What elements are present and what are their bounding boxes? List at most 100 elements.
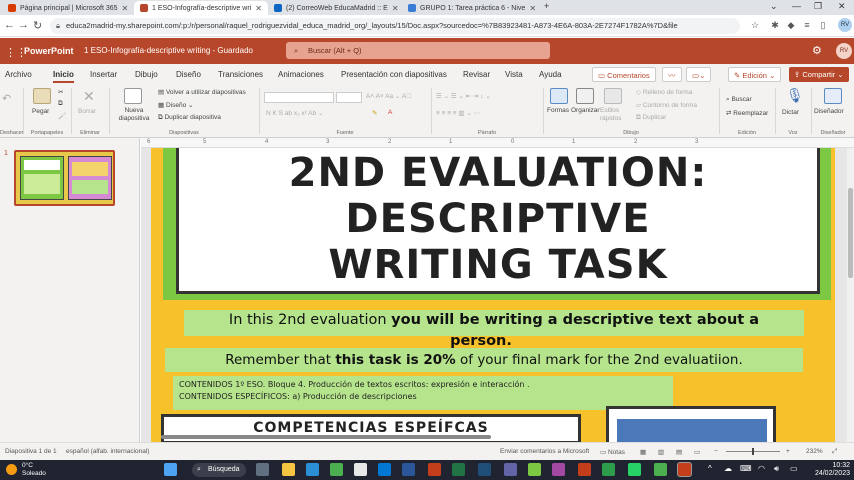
weather-widget[interactable]: 0°C Soleado	[6, 462, 46, 478]
publisher-icon[interactable]	[478, 463, 491, 476]
browser-tab[interactable]: GRUPO 1: Tarea práctica 6 - Nive ✕	[402, 1, 536, 15]
task-view-icon[interactable]	[256, 463, 269, 476]
clock[interactable]: 10:32 24/02/2023	[808, 462, 850, 478]
vertical-scrollbar[interactable]	[847, 148, 854, 442]
slide[interactable]: 2ND EVALUATION: DESCRIPTIVE WRITING TASK…	[151, 148, 835, 442]
fit-to-window-icon[interactable]: ⤢	[832, 448, 837, 456]
app-icon[interactable]	[552, 463, 565, 476]
list-buttons[interactable]: ☰ ⌄ ☰ ⌄ ⇤ ⇥ ↕ ⌄	[436, 92, 491, 100]
app-icon[interactable]	[528, 463, 541, 476]
slideshow-view-icon[interactable]: ▭	[694, 448, 700, 456]
chrome-icon[interactable]	[654, 463, 667, 476]
browser-tab-active[interactable]: 1 ESO-Infografía-descriptive wri ✕	[134, 1, 268, 15]
minimize-icon[interactable]: —	[792, 1, 801, 11]
find-button[interactable]: ⌕ Buscar	[726, 96, 752, 104]
share-button[interactable]: ⇪ Compartir ⌄	[789, 67, 849, 82]
url-field[interactable]: 🔒︎ educa2madrid-my.sharepoint.com/:p:/r/…	[50, 18, 740, 34]
font-name-input[interactable]	[264, 92, 334, 103]
tab-revisar[interactable]: Revisar	[463, 70, 490, 79]
catch-up-icon[interactable]: 〰	[662, 67, 682, 82]
edge-icon[interactable]	[306, 463, 319, 476]
designer-icon[interactable]	[824, 88, 842, 104]
tray-chevron-icon[interactable]: ^	[708, 464, 712, 473]
store-icon[interactable]	[354, 463, 367, 476]
language-icon[interactable]: ⌨	[740, 464, 752, 473]
extensions-icon[interactable]: ✱	[770, 20, 780, 30]
outlook-icon[interactable]	[378, 463, 391, 476]
quick-styles-icon[interactable]	[604, 88, 622, 104]
user-avatar[interactable]: RV	[836, 43, 852, 59]
designer-button[interactable]: Diseñador	[814, 108, 844, 115]
duplicate-shape-button[interactable]: ⧉ Duplicar	[636, 114, 666, 122]
duplicate-slide-button[interactable]: ⧉ Duplicar diapositiva	[158, 114, 221, 122]
quick-styles-button[interactable]: Estilos rápidos	[600, 107, 630, 123]
grade-text[interactable]: Remember that this task is 20% of your f…	[165, 348, 803, 372]
close-tab-icon[interactable]: ✕	[251, 4, 262, 13]
close-tab-icon[interactable]: ✕	[118, 4, 129, 13]
new-tab-button[interactable]: +	[544, 1, 549, 11]
chrome-icon[interactable]	[330, 463, 343, 476]
close-window-icon[interactable]: ✕	[838, 1, 846, 12]
comments-button[interactable]: ▭ Comentarios	[592, 67, 656, 82]
app-name[interactable]: PowerPoint	[24, 46, 74, 56]
shape-fill-button[interactable]: ◇ Relleno de forma	[636, 88, 692, 96]
volume-icon[interactable]: 🔊︎	[774, 464, 779, 474]
delete-button[interactable]: Borrar	[78, 108, 96, 115]
tab-ayuda[interactable]: Ayuda	[539, 70, 562, 79]
zoom-in-icon[interactable]: +	[786, 448, 790, 455]
whatsapp-icon[interactable]	[628, 463, 641, 476]
editing-mode-button[interactable]: ✎ Edición ⌄	[728, 67, 782, 82]
new-slide-button[interactable]: Nueva diapositiva	[115, 107, 153, 123]
delete-icon[interactable]: ✕	[83, 88, 95, 105]
excel-icon[interactable]	[452, 463, 465, 476]
present-icon[interactable]: ▭⌄	[686, 67, 712, 82]
bookmark-star-icon[interactable]: ☆	[750, 20, 760, 30]
replace-button[interactable]: ⇄ Reemplazar	[726, 109, 768, 117]
tab-transiciones[interactable]: Transiciones	[218, 70, 263, 79]
wifi-icon[interactable]: ◠	[758, 464, 765, 473]
title-box[interactable]: 2ND EVALUATION: DESCRIPTIVE WRITING TASK	[176, 148, 820, 294]
shape-outline-button[interactable]: ▱ Contorno de forma	[636, 101, 697, 109]
zoom-out-icon[interactable]: −	[714, 448, 718, 455]
tab-insertar[interactable]: Insertar	[90, 70, 117, 79]
side-panel-icon[interactable]: ▯	[818, 20, 828, 30]
cloud-icon[interactable]: ☁	[724, 464, 732, 473]
reuse-slides-button[interactable]: ▤ Volver a utilizar diapositivas	[158, 88, 246, 96]
reading-view-icon[interactable]: ▤	[676, 448, 682, 456]
word-icon[interactable]	[402, 463, 415, 476]
calendar-image[interactable]	[606, 406, 776, 442]
zoom-slider[interactable]	[726, 448, 780, 455]
feedback-link[interactable]: Enviar comentarios a Microsoft	[500, 448, 589, 455]
notes-button[interactable]: ▭ Notas	[600, 448, 625, 456]
sorter-view-icon[interactable]: ▥	[658, 448, 664, 456]
dictate-button[interactable]: Dictar	[782, 109, 799, 116]
tab-archivo[interactable]: Archivo	[5, 70, 32, 79]
font-style-buttons[interactable]: N K S ab x₂ x² Ab ⌄	[266, 109, 323, 117]
powerpoint-active-icon[interactable]	[677, 462, 692, 477]
tab-diseno[interactable]: Diseño	[176, 70, 201, 79]
microphone-icon[interactable]: 🎙︎	[786, 87, 804, 104]
settings-icon[interactable]: ⚙	[812, 44, 822, 57]
font-color-icon[interactable]: A	[388, 109, 392, 116]
tab-presentacion[interactable]: Presentación con diapositivas	[341, 70, 447, 79]
tab-animaciones[interactable]: Animaciones	[278, 70, 324, 79]
alignment-buttons[interactable]: ≡ ≡ ≡ ≡ ▥ ⌄ ⋯	[436, 109, 480, 117]
font-size-buttons[interactable]: A˄ A˅ Aa ⌄ A⃠	[366, 92, 411, 100]
profile-avatar[interactable]: RV	[838, 18, 852, 32]
restore-icon[interactable]: ❐	[814, 1, 822, 12]
teams-icon[interactable]	[504, 463, 517, 476]
back-icon[interactable]: ←	[4, 19, 15, 31]
battery-icon[interactable]: ▭	[790, 464, 798, 473]
shapes-icon[interactable]	[550, 88, 568, 104]
new-slide-icon[interactable]	[124, 88, 142, 104]
taskbar-search[interactable]: ⌕ Búsqueda	[192, 463, 246, 477]
paste-button[interactable]: Pegar	[32, 108, 49, 115]
format-painter-icon[interactable]: 🖌︎	[58, 112, 66, 120]
browser-tab[interactable]: (2) CorreoWeb EducaMadrid :: E ✕	[268, 1, 402, 15]
extension-icon[interactable]: ◆	[786, 20, 796, 30]
paste-icon[interactable]	[33, 88, 51, 104]
reading-list-icon[interactable]: ≡	[802, 20, 812, 30]
tab-vista[interactable]: Vista	[505, 70, 523, 79]
language-status[interactable]: español (alfab. internacional)	[66, 448, 149, 455]
contents-text[interactable]: CONTENIDOS 1º ESO. Bloque 4. Producción …	[173, 376, 673, 410]
